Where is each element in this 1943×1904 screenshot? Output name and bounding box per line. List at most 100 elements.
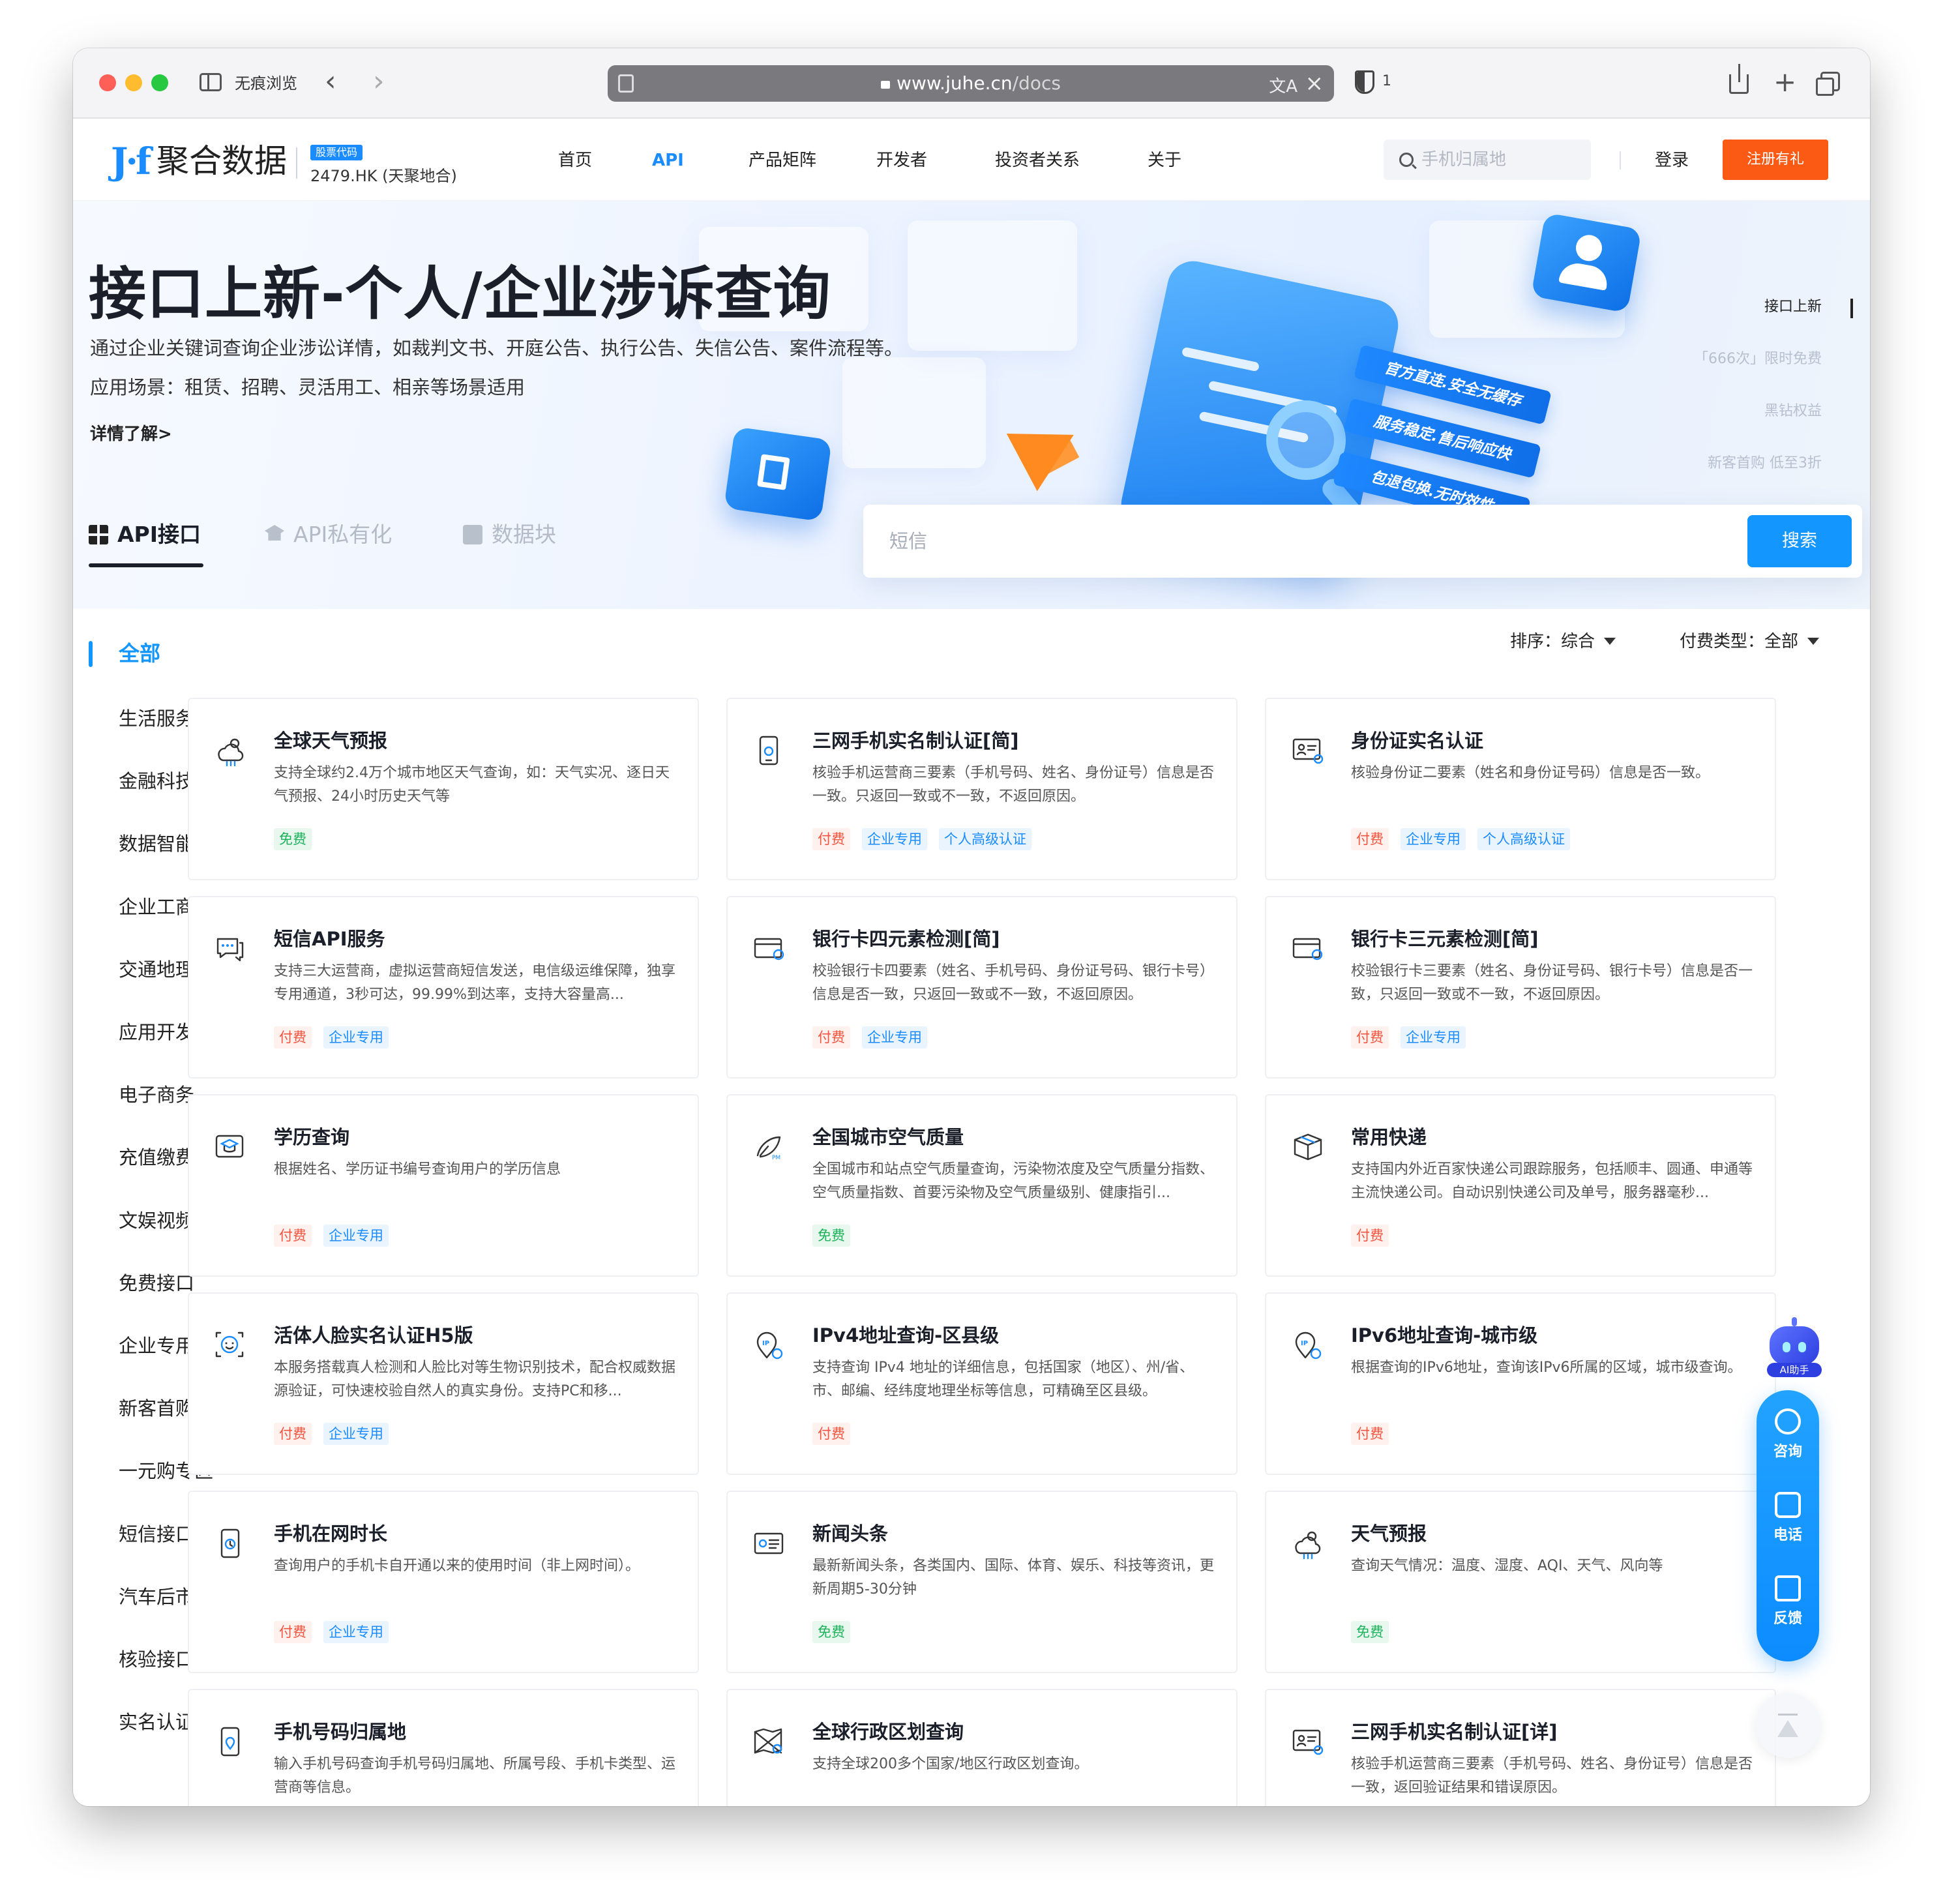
banner-slide-new-customer[interactable]: 新客首购 低至3折	[1708, 454, 1822, 473]
category-item[interactable]: 生活服务	[119, 706, 194, 732]
api-card[interactable]: 天气预报 查询天气情况：温度、湿度、AQI、天气、风向等 免费	[1265, 1491, 1776, 1673]
logo-mark[interactable]: J·f	[111, 142, 151, 181]
url-text: www.juhe.cn/docs	[608, 65, 1334, 102]
category-item[interactable]: 数据智能	[119, 831, 194, 857]
api-card-title[interactable]: IPv4地址查询-区县级	[812, 1322, 999, 1348]
api-card-title[interactable]: 全球行政区划查询	[812, 1719, 964, 1745]
category-item[interactable]: 核验接口	[119, 1646, 194, 1673]
category-item[interactable]: 企业专用	[119, 1333, 194, 1359]
tab-data-block[interactable]: 数据块	[463, 520, 556, 549]
category-item[interactable]: 短信接口	[119, 1521, 194, 1547]
api-card[interactable]: 三网手机实名制认证[简] 核验手机运营商三要素（手机号码、姓名、身份证号）信息是否…	[726, 698, 1238, 880]
tab-api[interactable]: API接口	[89, 520, 201, 549]
tag-badge: 付费	[812, 828, 850, 850]
api-card-tags: 付费 企业专用	[274, 1621, 400, 1644]
consult-button[interactable]: 咨询	[1757, 1408, 1819, 1461]
api-card-title[interactable]: IPv6地址查询-城市级	[1351, 1322, 1537, 1348]
api-card-title[interactable]: 学历查询	[274, 1124, 349, 1150]
api-card[interactable]: 常用快递 支持国内外近百家快递公司跟踪服务，包括顺丰、圆通、申通等主流快递公司。自…	[1265, 1094, 1776, 1277]
sidebar-toggle-icon[interactable]	[200, 73, 222, 91]
back-icon[interactable]: ‹	[325, 65, 336, 98]
register-button[interactable]: 注册有礼	[1723, 140, 1828, 180]
tab-overview-icon[interactable]	[1816, 72, 1840, 96]
banner-slide-black-diamond[interactable]: 黑钻权益	[1764, 402, 1822, 421]
api-card[interactable]: 身份证实名认证 核验身份证二要素（姓名和身份证号码）信息是否一致。 付费 企业专用 个人…	[1265, 698, 1776, 880]
api-search-input[interactable]: 短信	[889, 528, 927, 554]
api-card-title[interactable]: 新闻头条	[812, 1521, 888, 1547]
category-item[interactable]: 交通地理	[119, 957, 194, 983]
category-item[interactable]: 电子商务	[119, 1082, 194, 1108]
api-card[interactable]: 手机在网时长 查询用户的手机卡自开通以来的使用时间（非上网时间）。 付费 企业专用	[188, 1491, 699, 1673]
edit-icon	[1775, 1575, 1801, 1601]
zoom-window-button[interactable]	[151, 74, 168, 91]
api-card-title[interactable]: 银行卡四元素检测[简]	[812, 926, 1000, 952]
api-card-title[interactable]: 天气预报	[1351, 1521, 1427, 1547]
nav-developer[interactable]: 开发者	[876, 147, 927, 173]
back-to-top-button[interactable]	[1755, 1693, 1820, 1758]
api-card-title[interactable]: 手机号码归属地	[274, 1719, 406, 1745]
new-tab-icon[interactable]: +	[1773, 64, 1796, 100]
api-card-title[interactable]: 短信API服务	[274, 926, 385, 952]
api-card-title[interactable]: 三网手机实名制认证[简]	[812, 728, 1019, 754]
api-card-title[interactable]: 常用快递	[1351, 1124, 1427, 1150]
api-card-title[interactable]: 全球天气预报	[274, 728, 387, 754]
api-card-title[interactable]: 银行卡三元素检测[简]	[1351, 926, 1539, 952]
api-card-title[interactable]: 全国城市空气质量	[812, 1124, 964, 1150]
nav-products[interactable]: 产品矩阵	[749, 147, 816, 173]
category-item[interactable]: 金融科技	[119, 768, 194, 794]
api-card[interactable]: 新闻头条 最新新闻头条，各类国内、国际、体育、娱乐、科技等资讯，更新周期5-30分…	[726, 1491, 1238, 1673]
category-item[interactable]: 全部	[119, 640, 160, 666]
api-card[interactable]: 三网手机实名制认证[详] 核验手机运营商三要素（手机号码、姓名、身份证号）信息是否…	[1265, 1689, 1776, 1806]
api-card[interactable]: 全球天气预报 支持全球约2.4万个城市地区天气查询，如：天气实况、逐日天气预报、2…	[188, 698, 699, 880]
hero-details-link[interactable]: 详情了解>	[90, 423, 172, 446]
tag-badge: 企业专用	[323, 1423, 389, 1445]
api-card-title[interactable]: 身份证实名认证	[1351, 728, 1483, 754]
api-card-title[interactable]: 手机在网时长	[274, 1521, 387, 1547]
category-item[interactable]: 免费接口	[119, 1270, 194, 1296]
news-icon	[751, 1526, 786, 1561]
header-search-input[interactable]: 手机归属地	[1384, 140, 1591, 180]
translate-icon[interactable]: 文A	[1269, 73, 1298, 97]
api-card[interactable]: 短信API服务 支持三大运营商，虚拟运营商短信发送，电信级运维保障，独享专用通道，…	[188, 896, 699, 1078]
api-card[interactable]: IP IPv4地址查询-区县级 支持查询 IPv4 地址的详细信息，包括国家（地区）…	[726, 1292, 1238, 1475]
api-card-tags: 免费	[812, 1225, 862, 1248]
tab-api-private[interactable]: API私有化	[265, 520, 392, 549]
api-card[interactable]: 学历查询 根据姓名、学历证书编号查询用户的学历信息 付费 企业专用	[188, 1094, 699, 1277]
nav-home[interactable]: 首页	[558, 147, 592, 173]
banner-slide-new-api[interactable]: 接口上新	[1764, 297, 1822, 317]
search-button[interactable]: 搜索	[1747, 515, 1852, 567]
sort-dropdown[interactable]: 排序：综合	[1510, 629, 1616, 655]
category-item[interactable]: 充值缴费	[119, 1144, 194, 1170]
ipv6-icon: IP	[1290, 1328, 1325, 1363]
privacy-shield-icon[interactable]	[1355, 70, 1374, 94]
fee-type-dropdown[interactable]: 付费类型：全部	[1680, 629, 1820, 655]
login-link[interactable]: 登录	[1655, 147, 1689, 173]
api-card[interactable]: IP IPv6地址查询-城市级 根据查询的IPv6地址，查询该IPv6所属的区域，城…	[1265, 1292, 1776, 1475]
api-card[interactable]: PM 全国城市空气质量 全国城市和站点空气质量查询，污染物浓度及空气质量分指数、空气…	[726, 1094, 1238, 1277]
nav-about[interactable]: 关于	[1148, 147, 1181, 173]
nav-investor[interactable]: 投资者关系	[995, 147, 1080, 173]
banner-slide-free[interactable]: 「666次」限时免费	[1694, 350, 1822, 369]
api-card[interactable]: 活体人脸实名认证H5版 本服务搭载真人检测和人脸比对等生物识别技术，配合权威数据源…	[188, 1292, 699, 1475]
phone-button[interactable]: 电话	[1757, 1492, 1819, 1544]
minimize-window-button[interactable]	[125, 74, 142, 91]
api-card-title[interactable]: 活体人脸实名认证H5版	[274, 1322, 473, 1348]
address-bar[interactable]: www.juhe.cn/docs 文A ×	[608, 65, 1334, 102]
category-item[interactable]: 文娱视频	[119, 1208, 194, 1234]
close-window-button[interactable]	[99, 74, 116, 91]
api-card[interactable]: 银行卡四元素检测[简] 校验银行卡四要素（姓名、手机号码、身份证号码、银行卡号）信…	[726, 896, 1238, 1078]
api-card-title[interactable]: 三网手机实名制认证[详]	[1351, 1719, 1558, 1745]
category-item[interactable]: 实名认证	[119, 1709, 194, 1735]
category-item[interactable]: 企业工商	[119, 894, 194, 920]
nav-api[interactable]: API	[652, 147, 684, 173]
api-card[interactable]: 手机号码归属地 输入手机号码查询手机号码归属地、所属号段、手机卡类型、运营商等信息…	[188, 1689, 699, 1806]
ai-assistant-button[interactable]: AI助手	[1760, 1317, 1828, 1377]
logo-text[interactable]: 聚合数据	[156, 141, 287, 181]
forward-icon[interactable]: ›	[373, 65, 385, 98]
feedback-button[interactable]: 反馈	[1757, 1575, 1819, 1628]
category-item[interactable]: 应用开发	[119, 1019, 194, 1045]
api-card[interactable]: 全球行政区划查询 支持全球200多个国家/地区行政区划查询。	[726, 1689, 1238, 1806]
clear-url-icon[interactable]: ×	[1305, 70, 1324, 97]
api-card[interactable]: 银行卡三元素检测[简] 校验银行卡三要素（姓名、身份证号码、银行卡号）信息是否一致…	[1265, 896, 1776, 1078]
share-icon[interactable]	[1729, 64, 1749, 94]
